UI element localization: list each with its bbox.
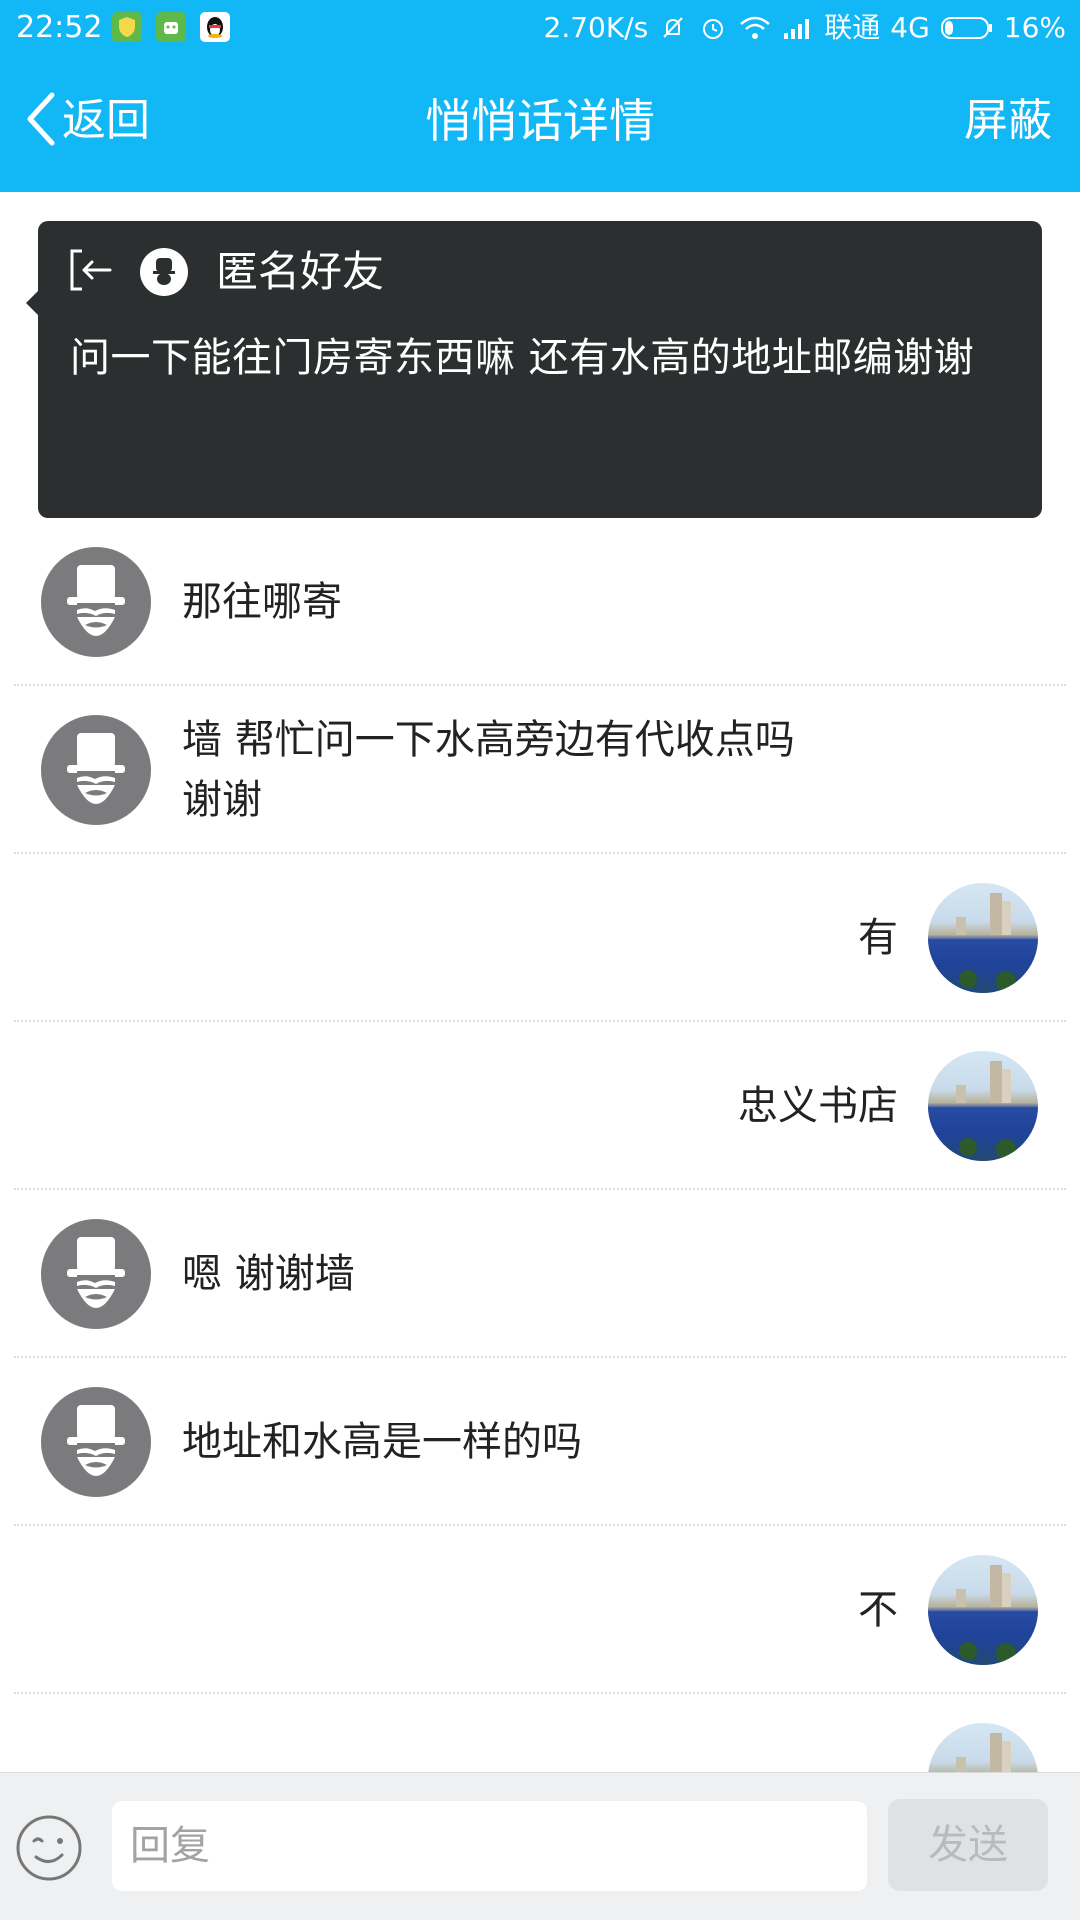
message-text: 嗯 谢谢墙 bbox=[182, 1251, 355, 1297]
chevron-left-icon bbox=[20, 87, 60, 155]
message-text: 不 bbox=[858, 1587, 898, 1633]
card-message-text: 问一下能往门房寄东西嘛 还有水高的地址邮编谢谢 bbox=[70, 335, 975, 381]
top-bar: 22:52 2.70K/s 联通 4G 16% 返回 悄悄话详情 屏蔽 bbox=[0, 0, 1080, 192]
network-speed: 2.70K/s bbox=[543, 11, 649, 44]
user-photo-avatar[interactable] bbox=[928, 1051, 1038, 1161]
user-photo-avatar[interactable] bbox=[928, 883, 1038, 993]
reply-bar: 发送 bbox=[0, 1772, 1080, 1920]
network-type: 4G bbox=[890, 11, 930, 44]
message-text: 地址和水高是一样的吗 bbox=[182, 1419, 582, 1465]
shield-icon bbox=[112, 12, 142, 42]
alarm-icon bbox=[698, 13, 728, 43]
message-row: 地址和水高是一样的吗 bbox=[0, 1358, 1080, 1526]
android-icon bbox=[156, 12, 186, 42]
status-time: 22:52 bbox=[16, 10, 103, 45]
message-row: 那往哪寄 bbox=[0, 518, 1080, 686]
carrier: 联通 bbox=[824, 11, 881, 44]
nav-bar: 返回 悄悄话详情 屏蔽 bbox=[0, 56, 1080, 192]
reply-input[interactable] bbox=[112, 1801, 867, 1891]
anonymous-avatar[interactable] bbox=[41, 715, 151, 825]
message-row: 嗯 谢谢墙 bbox=[0, 1190, 1080, 1358]
card-sender-name: 匿名好友 bbox=[216, 247, 385, 296]
original-whisper-card: 匿名好友 问一下能往门房寄东西嘛 还有水高的地址邮编谢谢 bbox=[26, 221, 1042, 518]
message-row: 墙 帮忙问一下水高旁边有代收点吗 谢谢 bbox=[0, 686, 1080, 854]
battery-level: 16% bbox=[1003, 11, 1066, 44]
mute-bell-icon bbox=[658, 13, 688, 43]
message-row: 不 bbox=[0, 1526, 1080, 1694]
return-arrow-icon[interactable] bbox=[68, 247, 114, 297]
qq-penguin-icon bbox=[200, 12, 230, 42]
card-pointer bbox=[26, 291, 38, 315]
send-button[interactable]: 发送 bbox=[888, 1799, 1048, 1891]
message-row: 有 bbox=[0, 854, 1080, 1022]
emoji-smile-icon[interactable] bbox=[14, 1813, 84, 1883]
anonymous-icon bbox=[140, 248, 188, 296]
message-row: 忠义书店 bbox=[0, 1022, 1080, 1190]
card-header: 匿名好友 bbox=[68, 243, 384, 301]
whisper-detail-screen: 22:52 2.70K/s 联通 4G 16% 返回 悄悄话详情 屏蔽 匿名好友… bbox=[0, 0, 1080, 1920]
battery-icon bbox=[940, 15, 994, 41]
wifi-icon bbox=[738, 13, 772, 43]
status-indicators: 2.70K/s 联通 4G 16% bbox=[544, 8, 1067, 48]
message-text: 忠义书店 bbox=[738, 1083, 898, 1129]
message-text: 墙 帮忙问一下水高旁边有代收点吗 谢谢 bbox=[182, 717, 795, 823]
user-photo-avatar[interactable] bbox=[928, 1555, 1038, 1665]
block-button[interactable]: 屏蔽 bbox=[964, 86, 1052, 156]
back-label: 返回 bbox=[62, 95, 150, 146]
signal-icon bbox=[782, 13, 814, 43]
anonymous-avatar[interactable] bbox=[41, 1219, 151, 1329]
anonymous-avatar[interactable] bbox=[41, 1387, 151, 1497]
status-bar: 22:52 2.70K/s 联通 4G 16% bbox=[0, 0, 1080, 56]
message-text: 有 bbox=[858, 915, 898, 961]
back-button[interactable]: 返回 bbox=[20, 86, 150, 156]
page-title: 悄悄话详情 bbox=[425, 94, 655, 148]
message-text: 那往哪寄 bbox=[182, 579, 342, 625]
anonymous-avatar[interactable] bbox=[41, 547, 151, 657]
